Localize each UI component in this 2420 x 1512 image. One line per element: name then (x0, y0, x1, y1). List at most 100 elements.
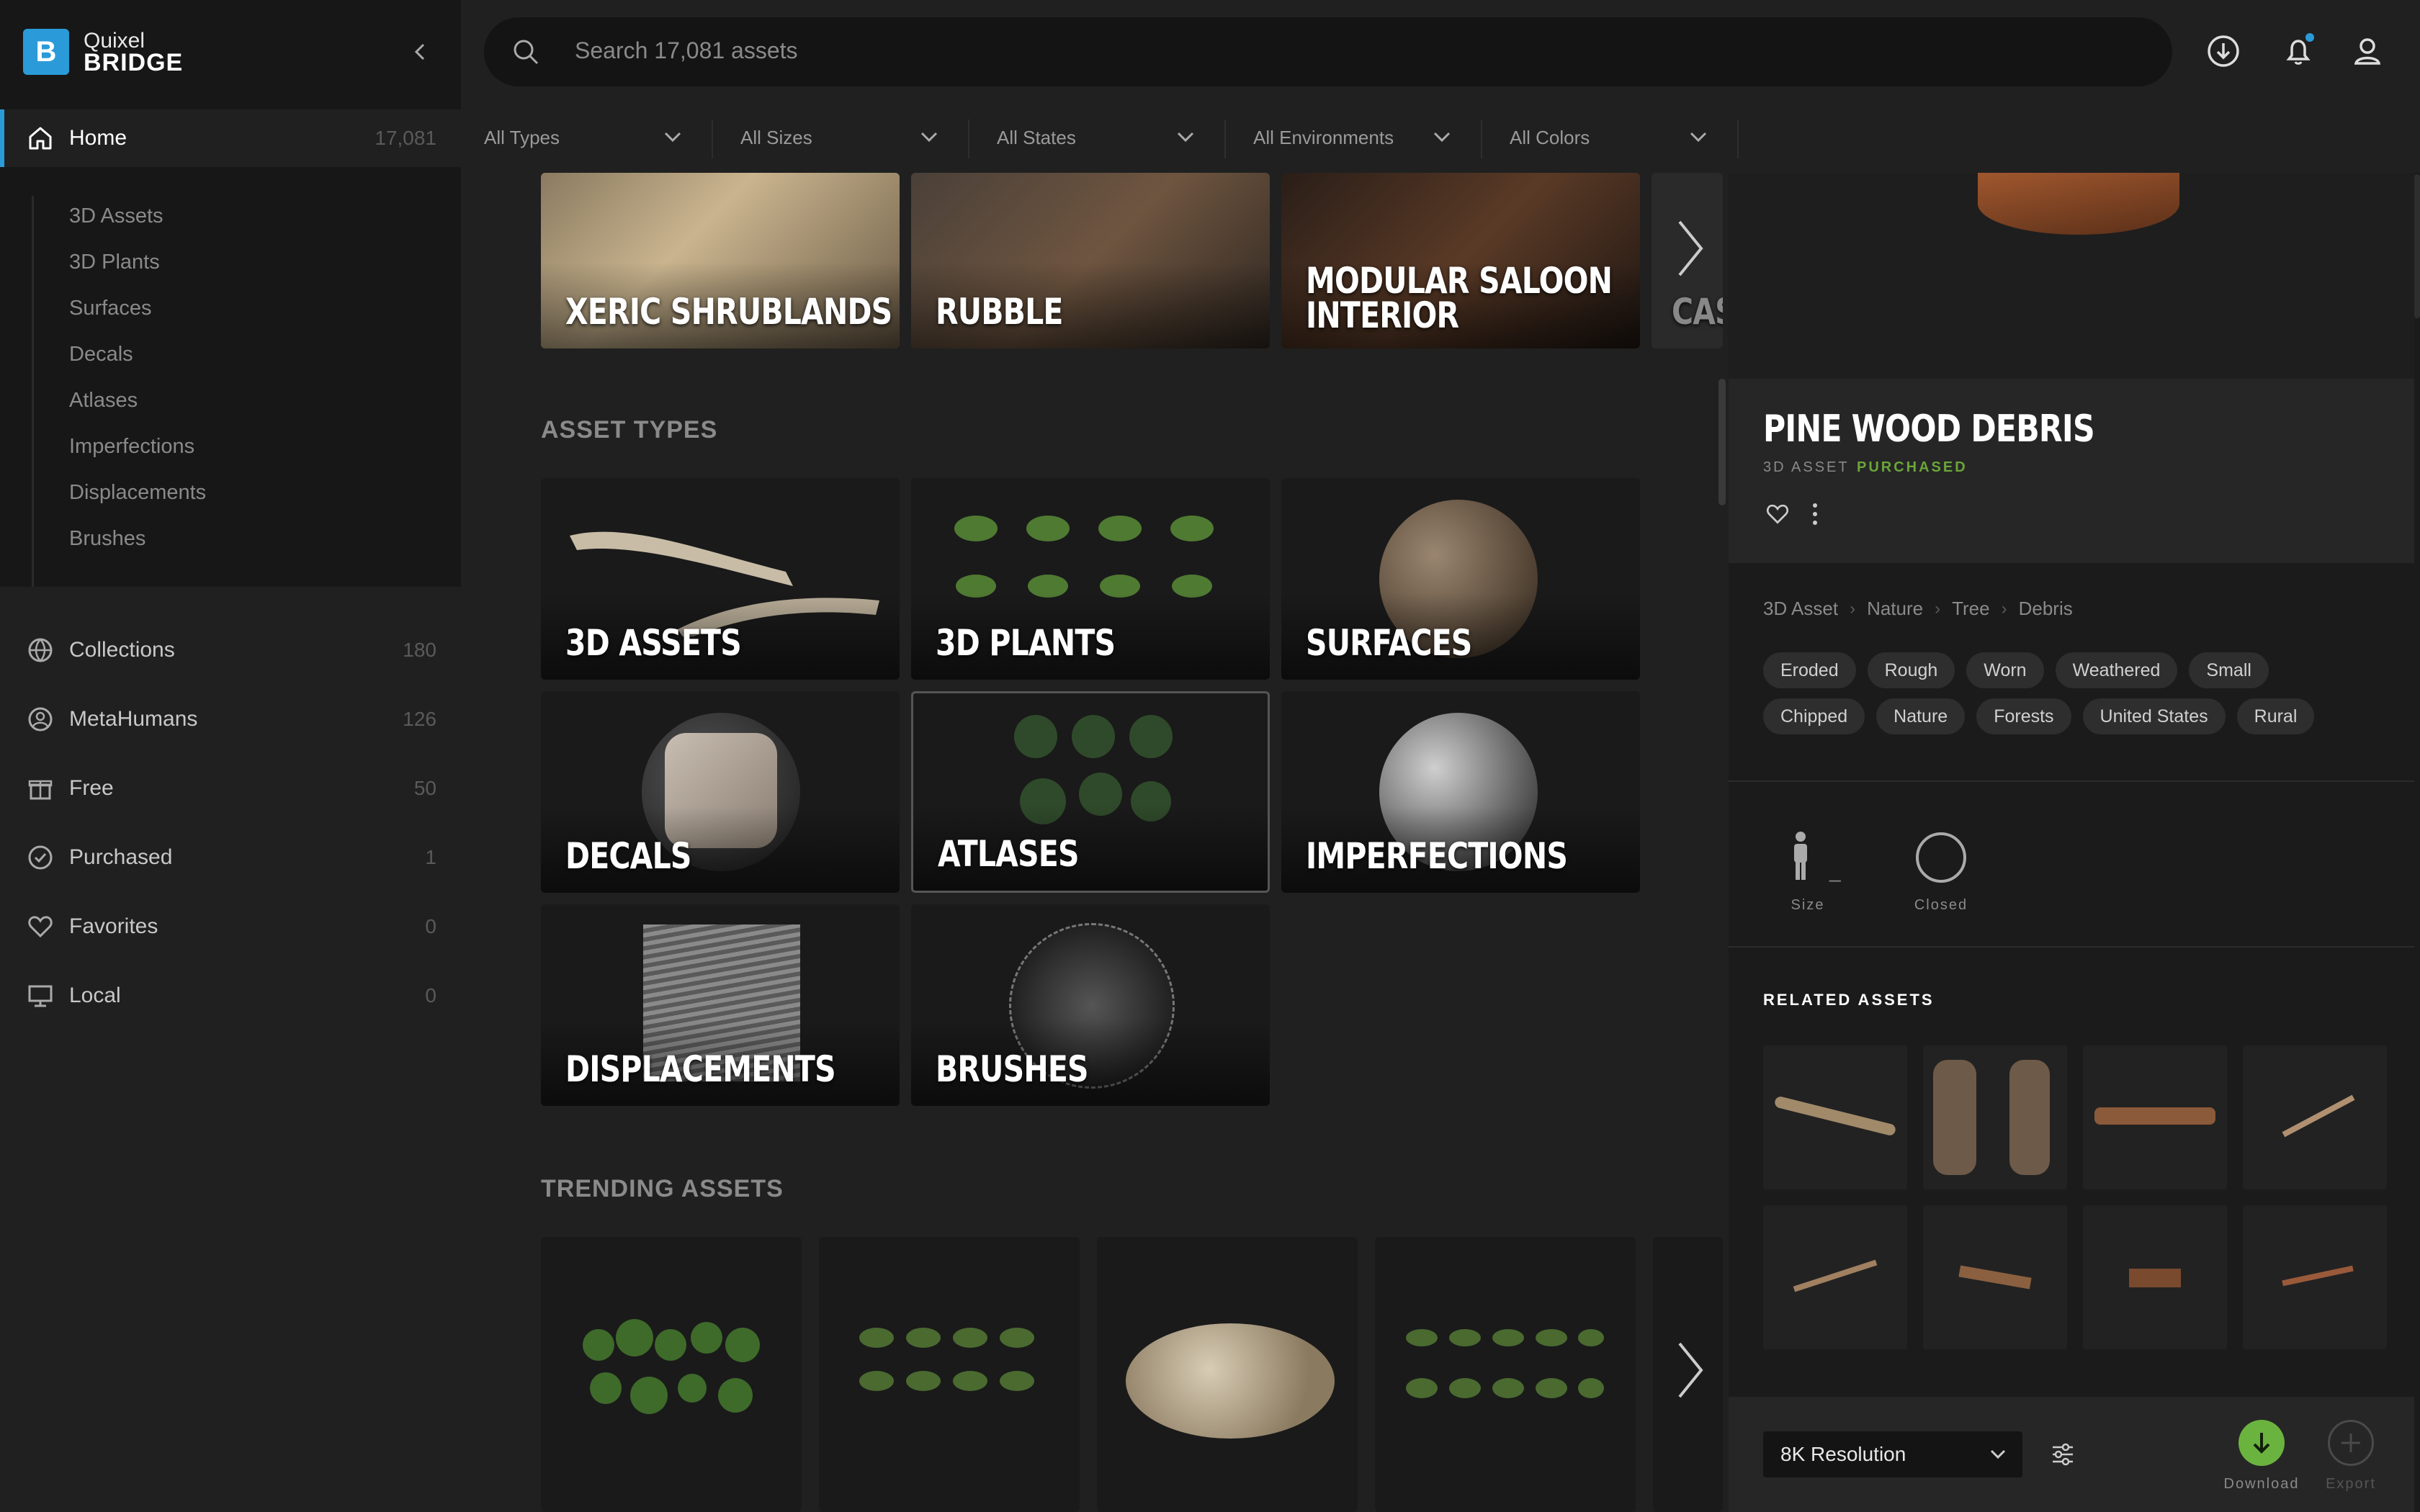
subnav-displacements[interactable]: Displacements (69, 481, 206, 505)
sidebar-item-favorites[interactable]: Favorites 0 (0, 898, 461, 955)
asset-type-card-surfaces[interactable]: SURFACES (1281, 478, 1640, 680)
related-asset-thumb[interactable] (2243, 1045, 2387, 1189)
collapse-sidebar-icon[interactable] (408, 37, 434, 66)
sidebar-item-free[interactable]: Free 50 (0, 760, 461, 817)
sidebar-item-label: Collections (69, 638, 175, 662)
asset-type-card-brushes[interactable]: BRUSHES (911, 904, 1270, 1106)
logo-line2: BRIDGE (84, 49, 184, 76)
search-input[interactable]: Search 17,081 assets (575, 37, 798, 64)
breadcrumb-item[interactable]: Tree (1952, 598, 1990, 620)
filter-label: All States (997, 127, 1076, 148)
trending-asset-card[interactable] (1097, 1237, 1358, 1512)
section-title-trending: TRENDING ASSETS (541, 1175, 784, 1202)
related-asset-thumb[interactable] (2083, 1045, 2227, 1189)
subnav-atlases[interactable]: Atlases (69, 389, 138, 413)
tag-chip[interactable]: Rough (1867, 652, 1955, 688)
main-content: XERIC SHRUBLANDS RUBBLE MODULAR SALOON I… (461, 173, 1723, 1512)
tag-chip[interactable]: Eroded (1763, 652, 1856, 688)
related-asset-thumb[interactable] (2243, 1205, 2387, 1349)
download-settings-icon[interactable] (2050, 1441, 2076, 1467)
asset-type-card-atlases[interactable]: ATLASES (911, 691, 1270, 893)
asset-type-card-displacements[interactable]: DISPLACEMENTS (541, 904, 900, 1106)
active-indicator (0, 109, 4, 167)
subnav-3d-assets[interactable]: 3D Assets (69, 204, 163, 228)
tag-chip[interactable]: Small (2189, 652, 2269, 688)
collection-card-xeric[interactable]: XERIC SHRUBLANDS (541, 173, 900, 348)
trending-asset-card[interactable] (541, 1237, 802, 1512)
carousel-next-icon[interactable] (1672, 1338, 1708, 1403)
account-icon[interactable] (2349, 33, 2385, 69)
related-asset-thumb[interactable] (1763, 1045, 1907, 1189)
sidebar-item-metahumans[interactable]: MetaHumans 126 (0, 690, 461, 748)
more-options-icon[interactable] (1809, 501, 1821, 527)
chevron-down-icon (1433, 132, 1451, 143)
trending-asset-card[interactable] (819, 1237, 1080, 1512)
quixel-bridge-logo[interactable]: B Quixel BRIDGE (23, 29, 183, 75)
sidebar-item-purchased[interactable]: Purchased 1 (0, 829, 461, 886)
monitor-icon (28, 985, 53, 1007)
tag-chip[interactable]: United States (2082, 698, 2226, 734)
sidebar-item-label: Free (69, 776, 114, 800)
asset-type-card-decals[interactable]: DECALS (541, 691, 900, 893)
subnav-surfaces[interactable]: Surfaces (69, 297, 151, 320)
collection-card-saloon[interactable]: MODULAR SALOON INTERIOR (1281, 173, 1640, 348)
related-asset-image (1793, 1259, 1878, 1292)
card-title: IMPERFECTIONS (1306, 835, 1568, 877)
subnav-brushes[interactable]: Brushes (69, 527, 145, 551)
tag-chip[interactable]: Rural (2236, 698, 2315, 734)
breadcrumb-separator-icon: › (1850, 598, 1856, 618)
related-asset-thumb[interactable] (1763, 1205, 1907, 1349)
filter-types[interactable]: All Types (484, 120, 713, 158)
rock-illustration (1126, 1323, 1335, 1439)
closed-label: Closed (1914, 897, 1968, 913)
favorite-heart-icon[interactable] (1765, 501, 1791, 527)
download-queue-icon[interactable] (2205, 33, 2241, 69)
filter-environments[interactable]: All Environments (1253, 120, 1482, 158)
tag-chip[interactable]: Nature (1876, 698, 1966, 734)
sidebar-item-label: MetaHumans (69, 707, 198, 731)
card-title: XERIC SHRUBLANDS (565, 291, 892, 333)
subnav-imperfections[interactable]: Imperfections (69, 435, 194, 459)
carousel-next-icon[interactable] (1672, 216, 1708, 281)
card-title: 3D ASSETS (565, 622, 742, 664)
download-button[interactable] (2238, 1420, 2285, 1466)
resolution-select[interactable]: 8K Resolution (1763, 1431, 2022, 1477)
related-asset-image (2282, 1094, 2355, 1138)
filter-sizes[interactable]: All Sizes (740, 120, 969, 158)
search-icon (514, 40, 539, 65)
sidebar-item-local[interactable]: Local 0 (0, 967, 461, 1025)
tag-list: Eroded Rough Worn Weathered Small (1763, 652, 2397, 688)
home-icon (29, 127, 52, 150)
tag-chip[interactable]: Worn (1966, 652, 2044, 688)
divider (1729, 780, 2414, 782)
tag-chip[interactable]: Chipped (1763, 698, 1865, 734)
filter-colors[interactable]: All Colors (1510, 120, 1739, 158)
subnav-3d-plants[interactable]: 3D Plants (69, 251, 160, 274)
search-bar[interactable]: Search 17,081 assets (484, 17, 2172, 86)
tag-chip[interactable]: Forests (1976, 698, 2071, 734)
main-scrollbar[interactable] (1718, 379, 1726, 505)
breadcrumb-item[interactable]: Nature (1867, 598, 1923, 620)
related-asset-thumb[interactable] (1923, 1205, 2067, 1349)
export-button[interactable] (2328, 1420, 2374, 1466)
related-asset-thumb[interactable] (2083, 1205, 2227, 1349)
breadcrumb-item[interactable]: 3D Asset (1763, 598, 1838, 620)
notification-bell-icon[interactable] (2280, 33, 2316, 69)
panel-scrollbar[interactable] (2414, 174, 2420, 318)
asset-type-card-imperfections[interactable]: IMPERFECTIONS (1281, 691, 1640, 893)
subnav-decals[interactable]: Decals (69, 343, 133, 366)
related-asset-thumb[interactable] (1923, 1045, 2067, 1189)
breadcrumb: 3D Asset › Nature › Tree › Debris (1763, 598, 2073, 620)
sidebar-item-label: Purchased (69, 845, 173, 869)
trending-asset-card[interactable] (1375, 1237, 1636, 1512)
asset-type-card-3d-assets[interactable]: 3D ASSETS (541, 478, 900, 680)
sidebar-item-label: Favorites (69, 914, 158, 938)
breadcrumb-item[interactable]: Debris (2019, 598, 2073, 620)
sidebar-item-home[interactable]: Home 17,081 (0, 109, 461, 167)
asset-type-card-3d-plants[interactable]: 3D PLANTS (911, 478, 1270, 680)
collection-card-rubble[interactable]: RUBBLE (911, 173, 1270, 348)
filter-states[interactable]: All States (997, 120, 1226, 158)
card-title: CAS (1672, 291, 1723, 333)
sidebar-item-collections[interactable]: Collections 180 (0, 621, 461, 679)
tag-chip[interactable]: Weathered (2055, 652, 2178, 688)
